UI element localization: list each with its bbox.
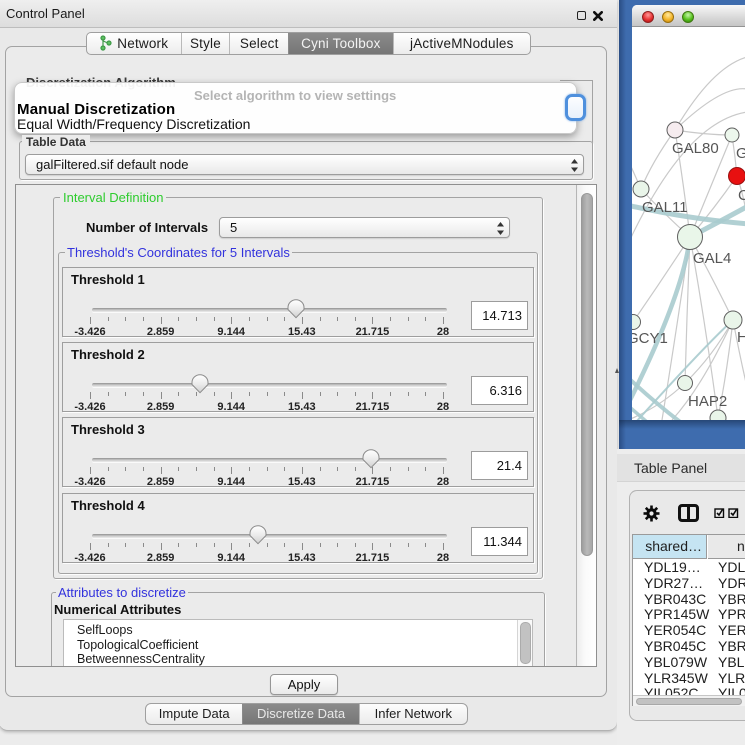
svg-text:H: H	[737, 329, 745, 346]
svg-text:GA: GA	[736, 145, 745, 162]
svg-text:GAL4: GAL4	[693, 250, 731, 267]
svg-text:HAP2: HAP2	[688, 393, 727, 410]
svg-text:GAL11: GAL11	[642, 199, 688, 216]
svg-text:C: C	[738, 187, 745, 204]
svg-text:GAL80: GAL80	[672, 140, 719, 157]
svg-text:GCY1: GCY1	[632, 330, 668, 347]
